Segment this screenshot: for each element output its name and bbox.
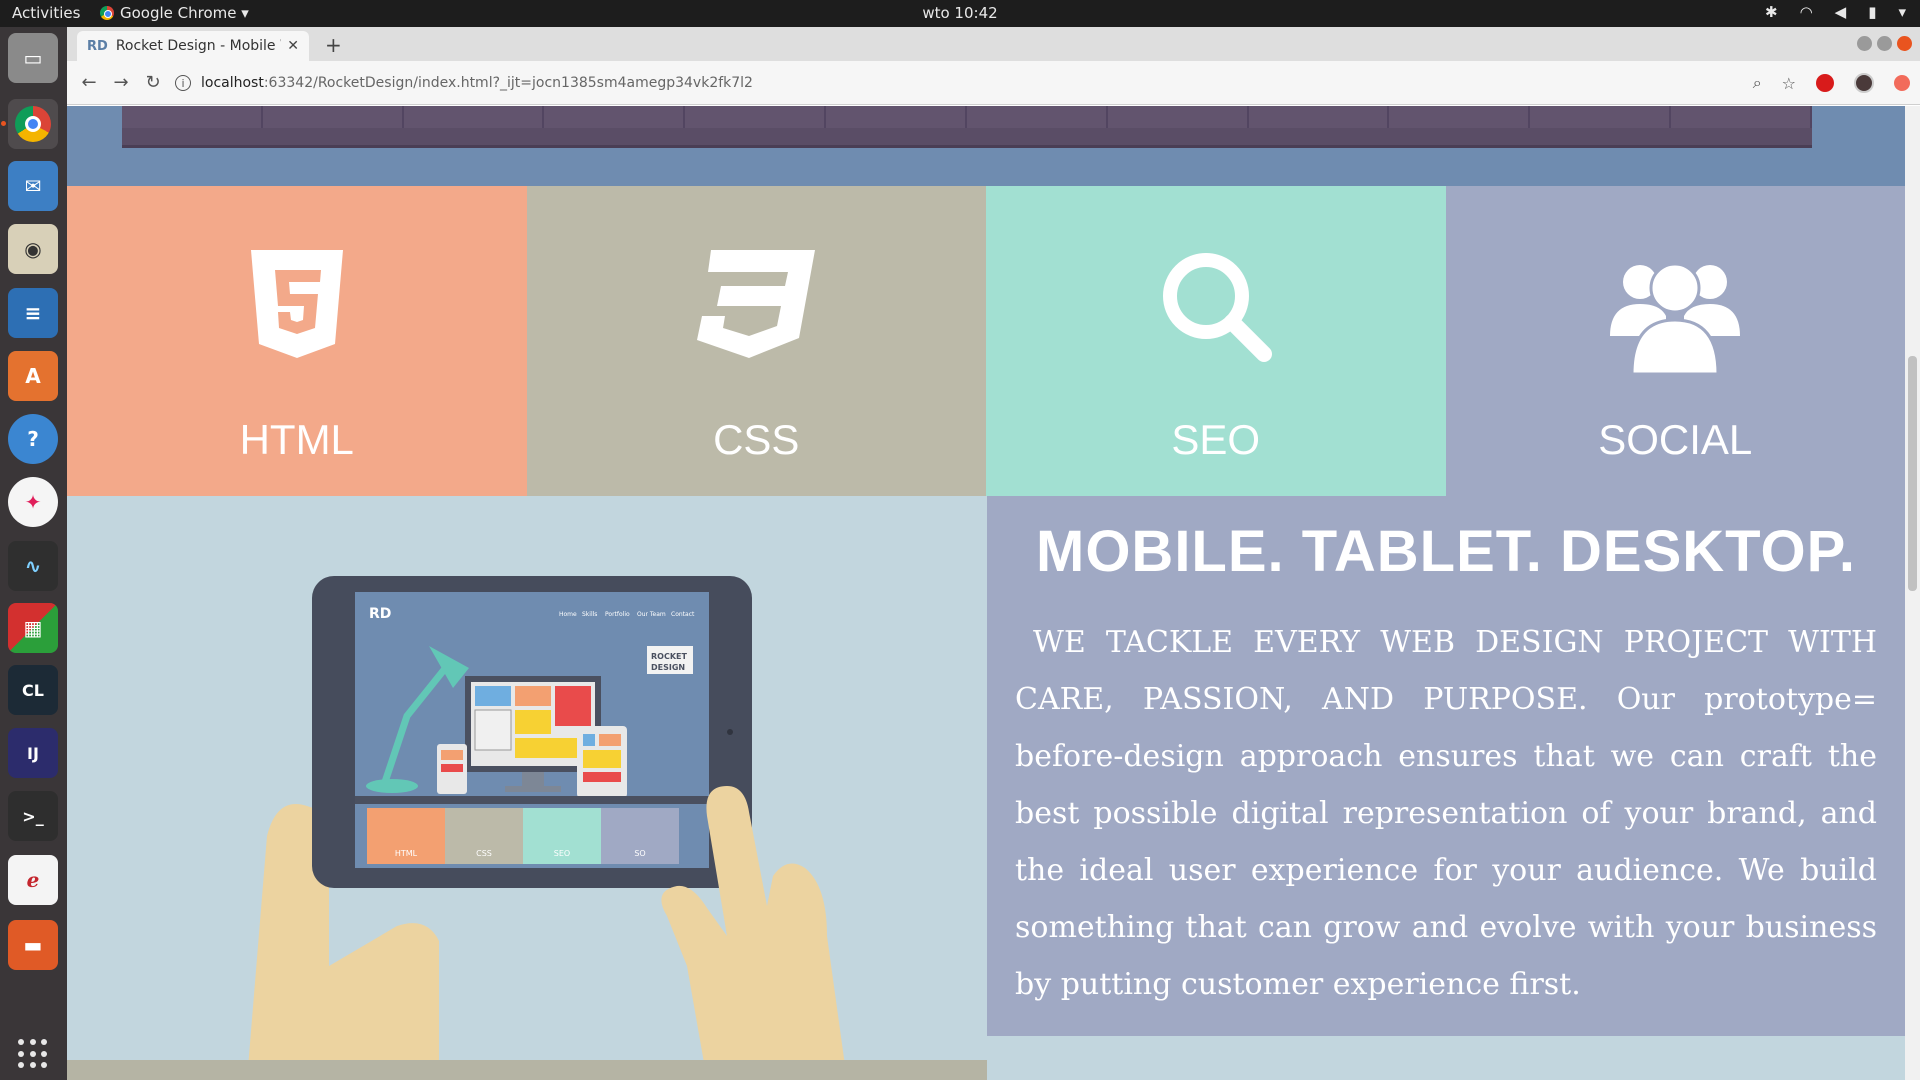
- reload-icon[interactable]: ↻: [137, 72, 169, 93]
- close-icon[interactable]: ✕: [287, 38, 299, 54]
- url-path: :63342/RocketDesign/index.html?_ijt=jocn…: [263, 75, 753, 91]
- illustration-tile-css: CSS: [476, 849, 492, 858]
- bookmark-star-icon[interactable]: ☆: [1782, 74, 1796, 93]
- site-info-icon[interactable]: i: [175, 75, 191, 91]
- header-banner-bottom: [122, 106, 1812, 148]
- address-bar[interactable]: i localhost :63342/RocketDesign/index.ht…: [175, 67, 1800, 99]
- devices-illustration-panel: RD Home Skills Portfolio Our Team Contac…: [67, 496, 987, 1080]
- scrollbar-thumb[interactable]: [1908, 356, 1917, 591]
- system-monitor-icon[interactable]: ∿: [8, 541, 58, 591]
- next-section-edge-right: [987, 1036, 1905, 1080]
- illustration-nav-portfolio: Portfolio: [605, 611, 630, 618]
- search-icon: [1162, 253, 1272, 362]
- thunderbird-icon[interactable]: ✉: [8, 161, 58, 211]
- service-label: SEO: [1171, 416, 1261, 463]
- url-host: localhost: [201, 75, 264, 91]
- libreoffice-writer-icon[interactable]: ≡: [8, 288, 58, 338]
- profile-avatar[interactable]: [1854, 73, 1874, 93]
- dock: ▭ ✉ ◉ ≡ A ? ✦ ∿ ▦ CL IJ >_ ℯ ▬: [0, 27, 67, 1080]
- system-top-bar: Activities Google Chrome ▾ wto 10:42 ✱ ◠…: [0, 0, 1920, 27]
- about-section: MOBILE. TABLET. DESKTOP. WE TACKLE EVERY…: [987, 496, 1905, 1036]
- bluetooth-icon[interactable]: ✱: [1765, 3, 1778, 21]
- terminal-icon[interactable]: >_: [8, 791, 58, 841]
- css3-icon: [697, 250, 816, 358]
- page-scrollbar[interactable]: [1905, 106, 1920, 1080]
- cubes-game-icon[interactable]: ▦: [8, 603, 58, 653]
- tab-rocket-design[interactable]: RD Rocket Design - Mobile W ✕: [77, 31, 309, 61]
- illustration-nav-team: Our Team: [637, 611, 666, 618]
- service-label: CSS: [713, 416, 800, 463]
- forward-icon[interactable]: →: [105, 72, 137, 93]
- adblock-extension-icon[interactable]: [1816, 74, 1834, 92]
- help-icon[interactable]: ?: [8, 414, 58, 464]
- illustration-badge-line2: DESIGN: [651, 663, 685, 672]
- favicon: RD: [87, 38, 108, 54]
- zoom-icon[interactable]: ⌕: [1753, 73, 1762, 93]
- maximize-button[interactable]: [1877, 36, 1892, 51]
- service-tile-css[interactable]: CSS: [526, 186, 986, 496]
- tab-strip: RD Rocket Design - Mobile W ✕ +: [67, 27, 1920, 61]
- volume-icon[interactable]: ◀: [1835, 3, 1847, 21]
- show-applications-icon[interactable]: [15, 1036, 51, 1072]
- service-tile-social[interactable]: SOCIAL: [1445, 186, 1905, 496]
- service-tile-html[interactable]: HTML: [67, 186, 527, 496]
- illustration-nav-skills: Skills: [582, 611, 597, 618]
- power-menu-icon[interactable]: ▾: [1898, 3, 1906, 21]
- browser-window: RD Rocket Design - Mobile W ✕ + ← → ↻ i …: [67, 27, 1920, 1080]
- browser-toolbar: ← → ↻ i localhost :63342/RocketDesign/in…: [67, 61, 1920, 105]
- illustration-badge-line1: ROCKET: [651, 652, 687, 661]
- illustration-tile-social: SO: [634, 849, 645, 858]
- illustration-nav-contact: Contact: [671, 611, 695, 618]
- service-label: HTML: [239, 416, 354, 463]
- section-headline: MOBILE. TABLET. DESKTOP.: [1036, 519, 1856, 584]
- service-label: SOCIAL: [1598, 416, 1753, 463]
- chrome-dock-icon[interactable]: [1, 99, 58, 149]
- service-tile-seo[interactable]: SEO: [986, 186, 1446, 496]
- illustration-logo: RD: [369, 606, 391, 622]
- toolbar-actions: ⌕ ☆: [1753, 73, 1910, 93]
- illustration-tile-html: HTML: [395, 849, 418, 858]
- extension-icon[interactable]: [1894, 75, 1910, 91]
- wifi-icon[interactable]: ◠: [1800, 3, 1813, 21]
- pdf-viewer-icon[interactable]: ℯ: [8, 855, 58, 905]
- tab-title: Rocket Design - Mobile W: [115, 38, 282, 54]
- back-icon[interactable]: ←: [73, 72, 105, 93]
- illustration-tile-seo: SEO: [554, 849, 570, 858]
- slack-icon[interactable]: ✦: [8, 477, 58, 527]
- page-viewport: HTML CSS SEO SOCIAL RD Home Skills Portf…: [67, 106, 1905, 1080]
- next-section-edge: [67, 1060, 987, 1080]
- services-section: HTML CSS SEO SOCIAL: [67, 186, 1905, 496]
- html5-icon: [250, 250, 343, 358]
- battery-icon[interactable]: ▮: [1868, 3, 1876, 21]
- system-tray[interactable]: ✱ ◠ ◀ ▮ ▾: [1765, 3, 1906, 21]
- clock[interactable]: wto 10:42: [0, 4, 1920, 22]
- window-close-button[interactable]: [1897, 36, 1912, 51]
- folder-icon[interactable]: ▬: [8, 920, 58, 970]
- users-icon: [1610, 262, 1741, 374]
- files-manager-icon[interactable]: ▭: [8, 33, 58, 83]
- window-controls: [1857, 36, 1912, 51]
- new-tab-icon[interactable]: +: [325, 33, 342, 57]
- rhythmbox-icon[interactable]: ◉: [8, 224, 58, 274]
- tablet-illustration: RD Home Skills Portfolio Our Team Contac…: [247, 576, 847, 1080]
- section-body-text: WE TACKLE EVERY WEB DESIGN PROJECT WITH …: [1015, 625, 1877, 1002]
- software-center-icon[interactable]: A: [8, 351, 58, 401]
- intellij-icon[interactable]: IJ: [8, 728, 58, 778]
- minimize-button[interactable]: [1857, 36, 1872, 51]
- clion-icon[interactable]: CL: [8, 665, 58, 715]
- illustration-nav-home: Home: [559, 611, 577, 618]
